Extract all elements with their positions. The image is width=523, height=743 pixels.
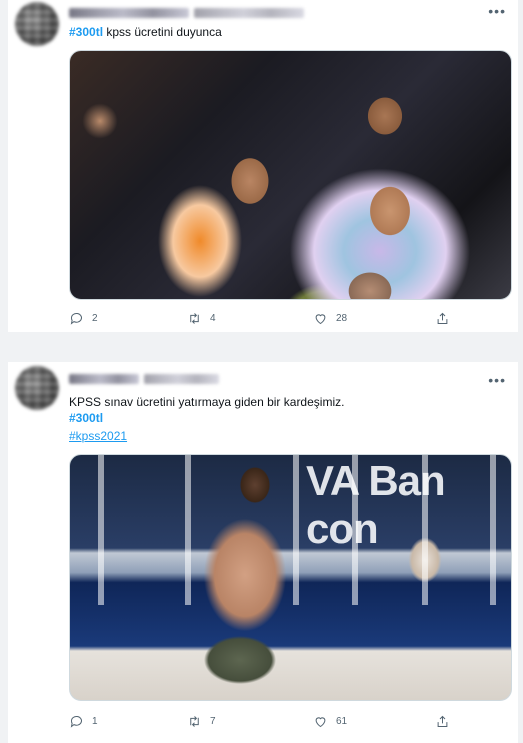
action-bar: 1 7 61 — [69, 714, 469, 732]
avatar[interactable] — [15, 366, 59, 410]
like-count: 61 — [336, 716, 348, 727]
retweet-count: 4 — [210, 313, 216, 324]
like-button[interactable]: 61 — [313, 714, 347, 729]
retweet-icon — [190, 716, 199, 727]
retweet-count: 7 — [210, 716, 216, 727]
reply-count: 1 — [92, 716, 98, 727]
reply-icon — [70, 313, 82, 325]
window-frame — [98, 455, 104, 605]
share-button[interactable] — [435, 311, 450, 326]
hashtag-link[interactable]: #300tl — [69, 410, 103, 426]
action-bar: 2 4 28 — [69, 311, 469, 329]
window-frame — [352, 455, 358, 605]
retweet-button[interactable]: 7 — [187, 714, 216, 729]
heart-icon — [315, 314, 326, 325]
blurred-display-name — [69, 8, 189, 18]
reply-icon — [70, 716, 82, 728]
tweet-text-body: kpss ücretini duyunca — [103, 25, 222, 39]
tweet-card-2[interactable]: ••• KPSS sınav ücretini yatırmaya giden … — [8, 362, 518, 743]
blurred-handle — [194, 8, 304, 18]
window-frame — [422, 455, 428, 605]
reply-button[interactable]: 2 — [69, 311, 98, 326]
window-frame — [490, 455, 496, 605]
retweet-icon — [190, 313, 199, 324]
reply-count: 2 — [92, 313, 98, 324]
window-frame — [185, 455, 191, 605]
tweet-text-line-1: KPSS sınav ücretini yatırmaya giden bir … — [69, 395, 345, 409]
blurred-handle — [144, 374, 219, 384]
like-button[interactable]: 28 — [313, 311, 347, 326]
avatar[interactable] — [15, 2, 59, 46]
more-icon[interactable]: ••• — [488, 372, 506, 388]
hashtag-link-kpss[interactable]: #kpss2021 — [69, 428, 127, 444]
heart-icon — [315, 717, 326, 728]
tweet-image[interactable] — [69, 50, 512, 300]
tweet-text: #300tl kpss ücretini duyunca — [69, 24, 222, 40]
blurred-display-name — [69, 374, 139, 384]
bank-sign-text: VA Ban con — [306, 457, 446, 552]
share-button[interactable] — [435, 714, 450, 729]
hashtag-link[interactable]: #300tl — [69, 25, 103, 39]
share-icon — [437, 715, 448, 727]
retweet-button[interactable]: 4 — [187, 311, 216, 326]
more-icon[interactable]: ••• — [488, 3, 506, 19]
window-frame — [293, 455, 299, 605]
share-icon — [437, 312, 448, 324]
like-count: 28 — [336, 313, 348, 324]
tweet-image[interactable]: VA Ban con — [69, 454, 512, 701]
reply-button[interactable]: 1 — [69, 714, 98, 729]
tweet-card-1[interactable]: ••• #300tl kpss ücretini duyunca 2 4 28 — [8, 0, 518, 332]
